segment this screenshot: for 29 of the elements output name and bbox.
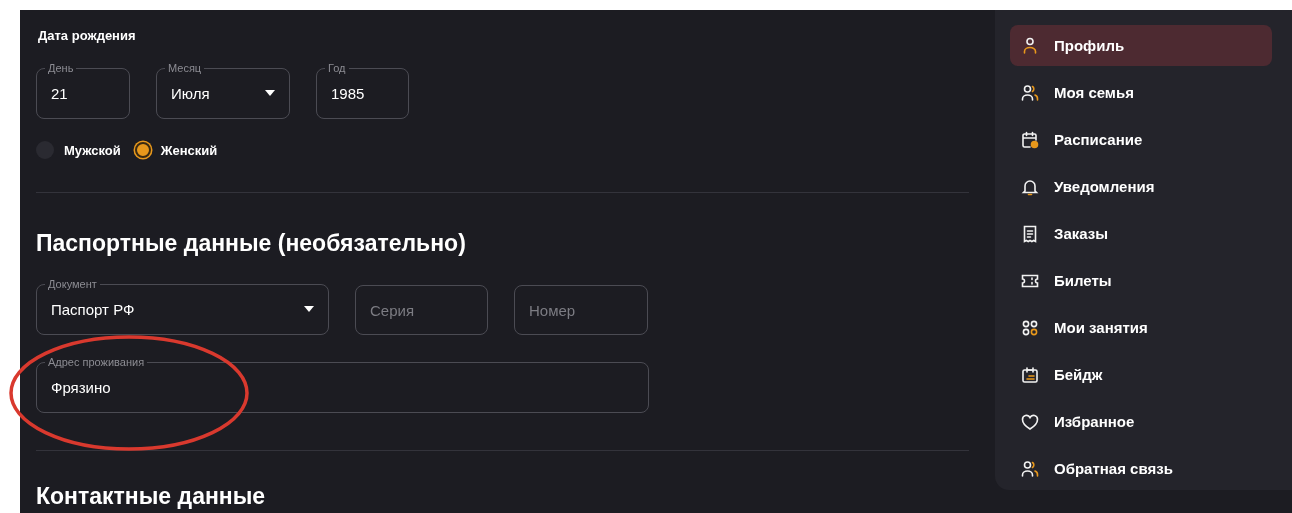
calendar-clock-icon — [1020, 129, 1040, 150]
sidebar-item[interactable]: Расписание — [1010, 119, 1272, 160]
sidebar-item[interactable]: Мои занятия — [1010, 307, 1272, 348]
section-heading: Контактные данные — [36, 483, 267, 510]
sidebar-item[interactable]: Обратная связь — [1010, 448, 1272, 489]
caret-icon — [265, 90, 275, 96]
input-field[interactable]: День 21 — [36, 63, 130, 119]
people-icon — [1020, 458, 1040, 479]
sidebar-item[interactable]: Моя семья — [1010, 72, 1272, 113]
radio-label: Женский — [160, 142, 218, 158]
select-field[interactable]: Документ Паспорт РФ — [36, 279, 329, 335]
sidebar-item[interactable]: Избранное — [1010, 401, 1272, 442]
sidebar-item[interactable]: Уведомления — [1010, 166, 1272, 207]
sidebar-item[interactable]: Заказы — [1010, 213, 1272, 254]
radio-button[interactable] — [134, 142, 151, 158]
input-field[interactable]: Серия — [355, 285, 488, 335]
select-field[interactable]: Месяц Июля — [156, 63, 290, 119]
section-heading: Паспортные данные (необязательно) — [36, 230, 467, 257]
badge-icon — [1020, 364, 1040, 385]
sidebar-item[interactable]: Бейдж — [1010, 354, 1272, 395]
sidebar-item[interactable]: Билеты — [1010, 260, 1272, 301]
input-field[interactable]: Номер — [514, 285, 648, 335]
input-field[interactable]: Год 1985 — [316, 63, 409, 119]
people-icon — [1020, 82, 1040, 103]
radio-label: Мужской — [64, 142, 121, 158]
caret-icon — [304, 306, 314, 312]
section-label: Дата рождения — [38, 28, 137, 43]
input-field[interactable]: Адрес проживания Фрязино — [36, 357, 649, 413]
sidebar-item[interactable]: Профиль — [1010, 25, 1272, 66]
